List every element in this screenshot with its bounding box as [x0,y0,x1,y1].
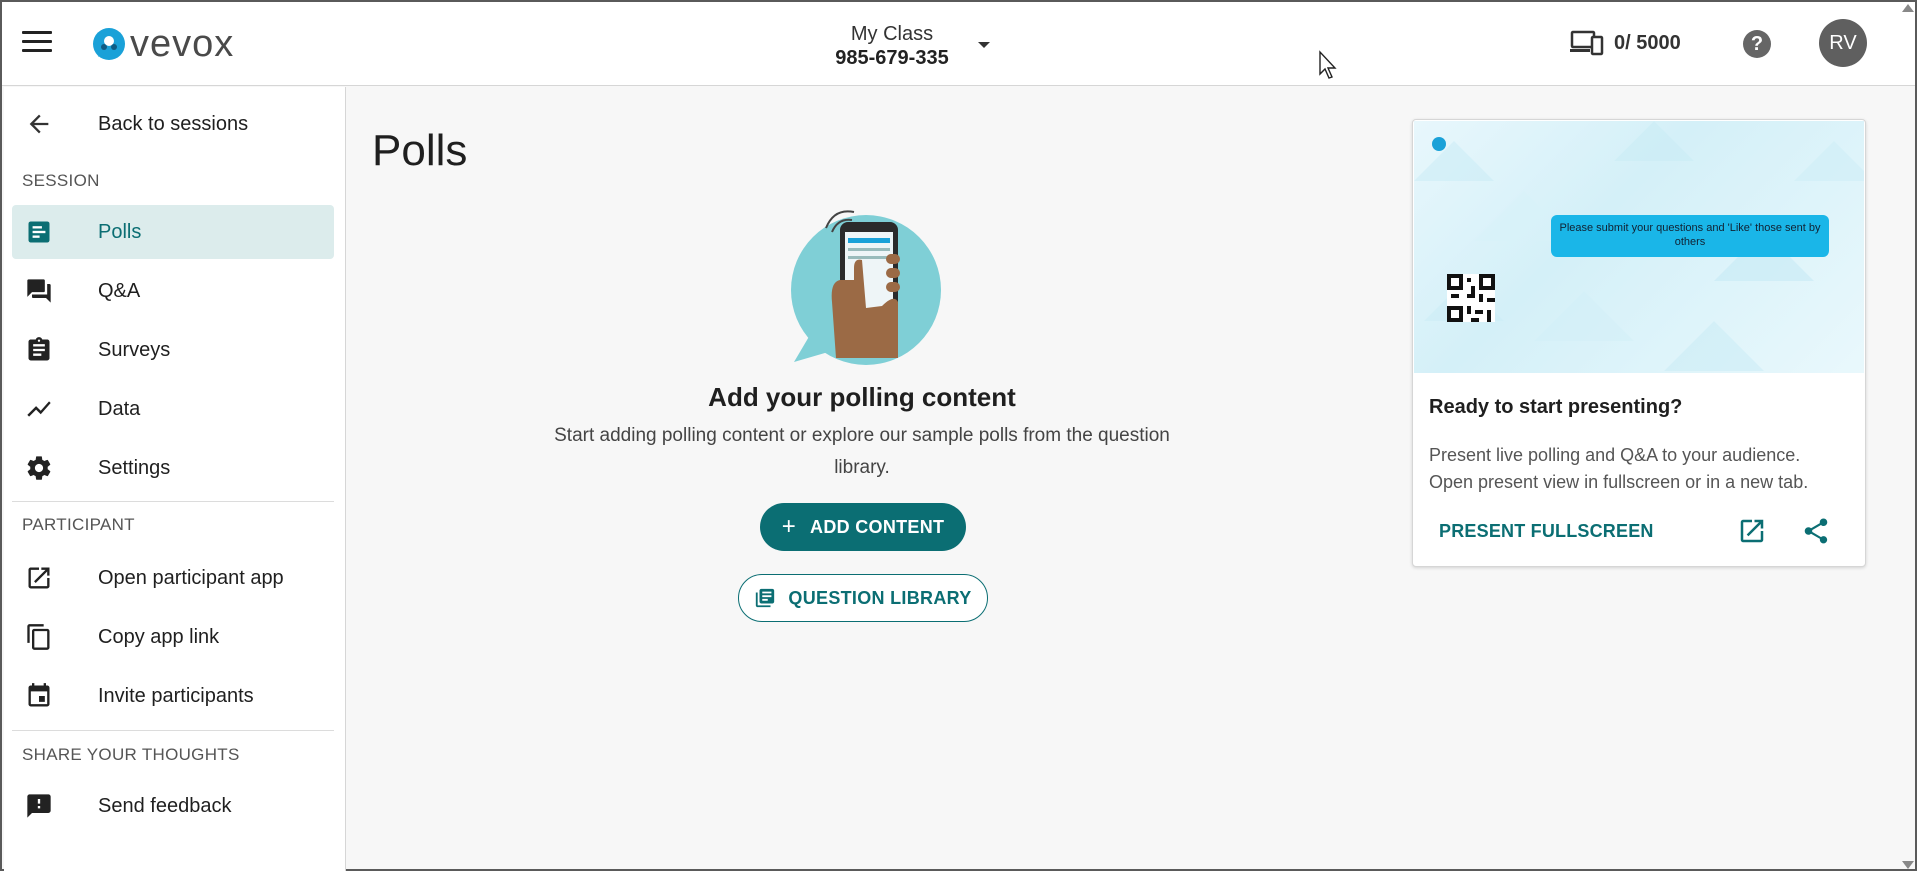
device-count: 0/ 5000 [1614,31,1681,54]
gear-icon [24,453,54,483]
session-selector[interactable]: My Class 985-679-335 [822,22,962,70]
sidebar: Back to sessions SESSION Polls Q&A Surve… [4,87,346,871]
session-name: My Class [850,23,934,45]
sidebar-item-settings[interactable]: Settings [12,441,334,495]
plus-icon: + [781,513,797,540]
phone-poll-illustration [791,210,941,365]
help-icon[interactable]: ? [1743,30,1771,58]
preview-message: Please submit your questions and 'Like' … [1551,215,1829,257]
question-library-button[interactable]: QUESTION LIBRARY [738,574,988,622]
vevox-logo[interactable]: vevox [92,23,235,65]
empty-state-title: Add your polling content [708,382,1016,412]
sidebar-item-copy-app-link[interactable]: Copy app link [12,610,334,664]
sidebar-item-label: Surveys [98,338,171,361]
sidebar-item-label: Open participant app [98,566,284,589]
empty-state-description: Start adding polling content or explore … [554,425,1170,478]
add-content-button[interactable]: + ADD CONTENT [760,503,966,551]
preview-logo-icon [1432,137,1446,151]
devices-icon [1570,30,1604,56]
card-title: Ready to start presenting? [1429,396,1683,418]
sidebar-item-label: Copy app link [98,625,220,648]
sidebar-item-label: Invite participants [98,684,254,707]
question-library-label: QUESTION LIBRARY [788,587,972,608]
sidebar-item-data[interactable]: Data [12,382,334,436]
sidebar-item-invite-participants[interactable]: Invite participants [12,669,334,723]
logo-text: vevox [130,23,235,65]
sidebar-item-send-feedback[interactable]: Send feedback [12,779,334,833]
sidebar-item-polls[interactable]: Polls [12,205,334,259]
sidebar-item-label: Send feedback [98,794,232,817]
avatar[interactable]: RV [1819,19,1867,67]
sidebar-item-label: Polls [98,220,142,243]
divider [12,730,334,731]
section-title-participant: PARTICIPANT [22,515,135,534]
present-fullscreen-button[interactable]: PRESENT FULLSCREEN [1439,521,1654,542]
polls-icon [24,217,54,247]
sidebar-item-label: Settings [98,456,171,479]
open-in-new-icon [24,563,54,593]
sidebar-item-surveys[interactable]: Surveys [12,323,334,377]
vevox-logo-mark-icon [93,28,125,60]
session-code: 985-679-335 [835,47,949,69]
calendar-icon [24,681,54,711]
back-to-sessions-label: Back to sessions [98,112,249,135]
caret-down-icon[interactable] [978,42,990,48]
sidebar-item-label: Data [98,397,141,420]
feedback-icon [24,791,54,821]
sidebar-item-qa[interactable]: Q&A [12,264,334,318]
add-content-label: ADD CONTENT [810,516,945,537]
share-icon[interactable] [1801,516,1831,546]
qr-code-icon [1447,274,1495,322]
menu-icon[interactable] [22,31,52,55]
copy-icon [24,622,54,652]
present-card: Please submit your questions and 'Like' … [1412,119,1866,567]
page-title: Polls [372,126,468,175]
open-in-new-tab-icon[interactable] [1737,516,1767,546]
sidebar-item-label: Q&A [98,279,141,302]
presentation-preview[interactable]: Please submit your questions and 'Like' … [1414,121,1864,373]
divider [12,501,334,502]
back-to-sessions-link[interactable]: Back to sessions [12,97,334,151]
clipboard-icon [24,335,54,365]
library-books-icon [756,588,775,608]
top-header: vevox My Class 985-679-335 0/ 5000 ? RV [2,2,1915,86]
arrow-back-icon [24,109,54,139]
trending-line-icon [24,394,54,424]
forum-icon [24,276,54,306]
card-description: Present live polling and Q&A to your aud… [1429,445,1809,492]
mouse-cursor-icon [1319,50,1337,79]
section-title-share-thoughts: SHARE YOUR THOUGHTS [22,745,240,764]
section-title-session: SESSION [22,171,100,190]
app-window: vevox My Class 985-679-335 0/ 5000 ? RV [0,0,1917,871]
sidebar-item-open-participant-app[interactable]: Open participant app [12,551,334,605]
scroll-down-arrow-icon[interactable] [1902,861,1914,869]
scroll-up-arrow-icon[interactable] [1902,4,1914,12]
device-counter[interactable]: 0/ 5000 [1570,30,1681,56]
